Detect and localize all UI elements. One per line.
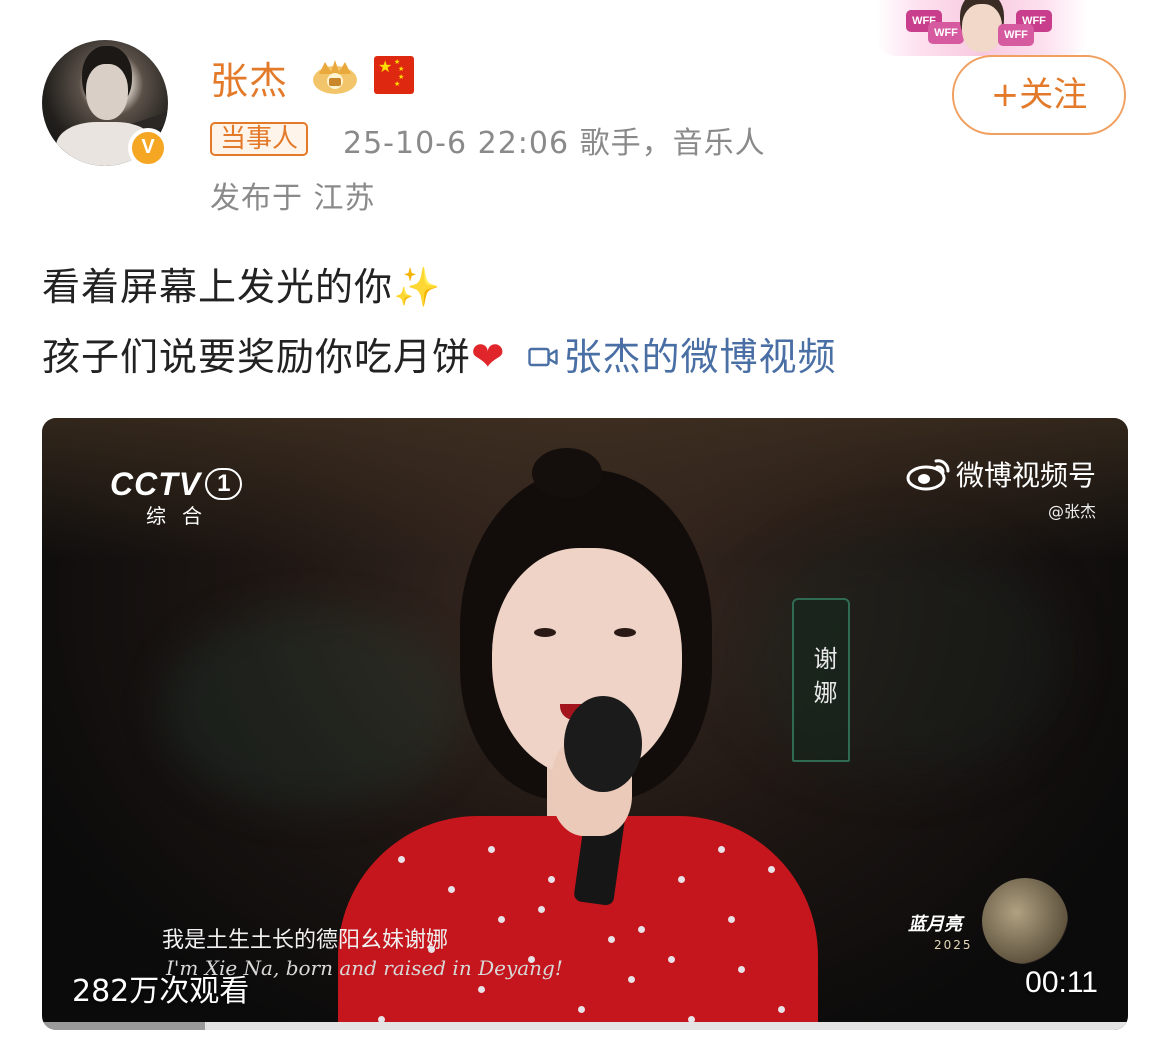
post-text: 看着屏幕上发光的你 xyxy=(42,265,394,309)
video-link-label[interactable]: 张杰的微博视频 xyxy=(564,335,837,379)
weibo-logo-icon xyxy=(906,459,950,491)
china-flag-icon: ★ ★ ★ ★ ★ xyxy=(374,56,414,94)
name-plaque: 谢娜 xyxy=(792,598,850,762)
decoration-sticker: WFF WFF WFF WFF xyxy=(876,0,1088,56)
event-logo: 蓝月亮 2025 xyxy=(908,878,1078,968)
video-subtitle-cn: 我是土生土长的德阳幺妹谢娜 xyxy=(162,928,449,953)
channel-logo: CCTV 1 xyxy=(110,466,243,503)
sparkle-icon: ✨ xyxy=(393,265,442,309)
channel-subtitle: 综合 xyxy=(146,504,218,528)
heart-icon: ❤ xyxy=(471,334,506,380)
post-text-line-2: 孩子们说要奖励你吃月饼❤ 张杰的微博视频 xyxy=(42,326,837,381)
view-count: 282万次观看 xyxy=(72,974,250,1009)
verified-icon: V xyxy=(128,128,168,168)
author-name[interactable]: 张杰 xyxy=(210,50,288,105)
follow-button[interactable]: +关注 xyxy=(952,55,1126,135)
post-text-line-1: 看着屏幕上发光的你✨ xyxy=(42,256,441,311)
video-progress-bar[interactable] xyxy=(42,1022,1128,1030)
video-duration: 00:11 xyxy=(1025,966,1098,999)
video-link[interactable]: 张杰的微博视频 xyxy=(506,335,837,379)
video-progress-fill xyxy=(42,1022,205,1030)
crown-icon xyxy=(313,60,357,94)
post-text: 孩子们说要奖励你吃月饼 xyxy=(42,335,472,379)
status-badge: 当事人 xyxy=(210,122,309,156)
video-camera-icon xyxy=(527,347,558,367)
post-location: 发布于 江苏 xyxy=(210,181,376,216)
post-meta: 25-10-6 22:06 歌手，音乐人 xyxy=(343,126,766,161)
video-player[interactable]: CCTV 1 综合 微博视频号 @张杰 谢娜 我是土生土长的德阳幺妹谢娜 I'm … xyxy=(42,418,1128,1030)
weibo-watermark: 微博视频号 @张杰 xyxy=(906,454,1096,522)
